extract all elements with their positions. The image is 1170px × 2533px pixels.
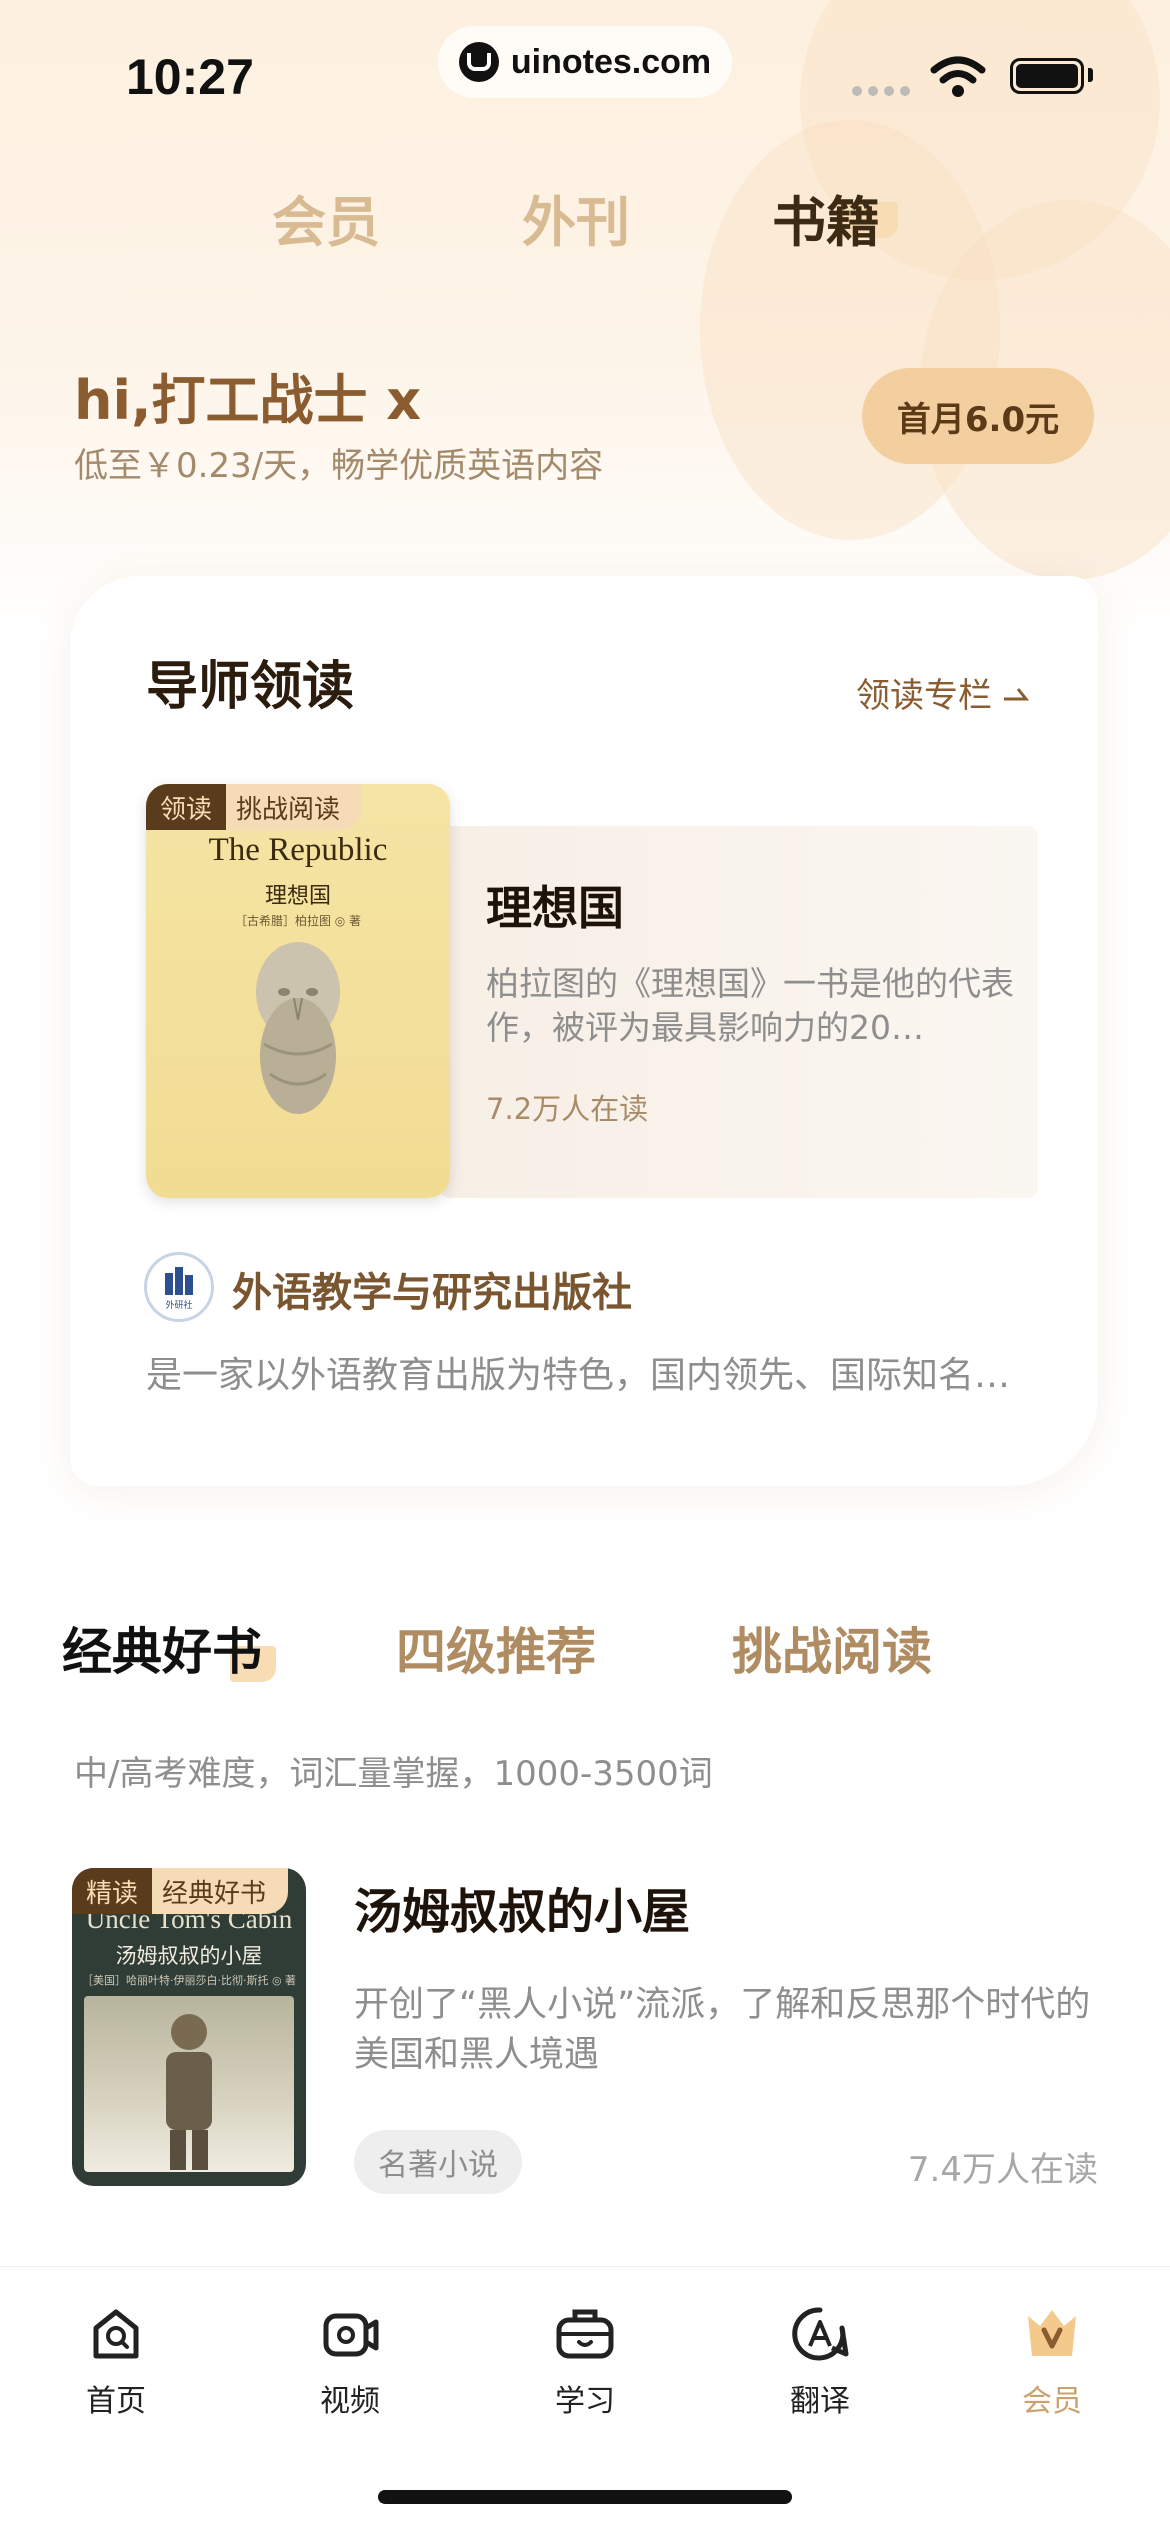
- site-logo-icon: [458, 42, 499, 82]
- cover-illustration: [84, 1996, 294, 2172]
- featured-book-tags: 领读 挑战阅读: [146, 784, 363, 830]
- nav-vip[interactable]: 会员: [982, 2298, 1122, 2420]
- nav-home-label: 首页: [86, 2384, 146, 2419]
- nav-translate[interactable]: 翻译: [750, 2298, 890, 2420]
- publisher-logo-icon: 外研社: [144, 1252, 214, 1322]
- tab-books[interactable]: 书籍: [772, 178, 880, 257]
- first-month-price-button[interactable]: 首月6.0元: [862, 368, 1094, 464]
- tag-guided-reading: 领读: [146, 784, 227, 830]
- tab-cet4-recommended[interactable]: 四级推荐: [396, 1612, 596, 1684]
- home-icon: [93, 2309, 139, 2359]
- svg-text:外研社: 外研社: [165, 1299, 192, 1311]
- publisher-name[interactable]: 外语教学与研究出版社: [232, 1260, 632, 1318]
- battery-tip: [1088, 68, 1093, 82]
- category-description: 中/高考难度，词汇量掌握，1000-3500词: [74, 1754, 713, 1794]
- reading-column-link[interactable]: 领读专栏: [856, 668, 1030, 717]
- nav-study[interactable]: 学习: [515, 2298, 655, 2420]
- nav-translate-label: 翻译: [790, 2384, 850, 2419]
- book-readers: 7.4万人在读: [907, 2150, 1098, 2190]
- nav-vip-label: 会员: [1022, 2384, 1082, 2419]
- wifi-icon: [930, 56, 986, 97]
- tag-challenge-reading: 挑战阅读: [226, 784, 363, 830]
- publisher-description: 是一家以外语教育出版为特色，国内领先、国际知名…: [146, 1355, 1011, 1396]
- battery-icon: [1010, 58, 1084, 94]
- arrow-icon: [1004, 687, 1030, 700]
- translate-icon: [792, 2307, 849, 2361]
- featured-book-title[interactable]: 理想国: [486, 872, 624, 938]
- signal-dots-icon: [852, 86, 910, 96]
- book-title[interactable]: 汤姆叔叔的小屋: [354, 1872, 690, 1942]
- genre-chip[interactable]: 名著小说: [354, 2130, 522, 2194]
- plato-bust-illustration: [256, 942, 340, 1114]
- cover-author: ［古希腊］柏拉图 ◎ 著: [234, 914, 362, 928]
- tab-membership[interactable]: 会员: [272, 178, 380, 257]
- tag-classic-books: 经典好书: [152, 1868, 289, 1914]
- home-indicator[interactable]: [378, 2490, 792, 2504]
- nav-home[interactable]: 首页: [46, 2298, 186, 2420]
- featured-book-readers: 7.2万人在读: [486, 1092, 649, 1126]
- book-description: 开创了“黑人小说”流派，了解和反思那个时代的美国和黑人境遇: [354, 1985, 1091, 2075]
- video-icon: [323, 2313, 379, 2357]
- nav-video-label: 视频: [320, 2384, 380, 2419]
- card-title: 导师领读: [146, 657, 355, 717]
- featured-book-description: 柏拉图的《理想国》一书是他的代表作，被评为最具影响力的20…: [486, 964, 1014, 1047]
- book-tags: 精读 经典好书: [72, 1868, 289, 1914]
- study-bag-icon: [556, 2309, 614, 2359]
- book-cover-uncle-toms-cabin[interactable]: Uncle Tom's Cabin 汤姆叔叔的小屋 ［美国］哈丽叶特·伊丽莎白·…: [72, 1868, 306, 2186]
- greeting-subtitle: 低至￥0.23/天，畅学优质英语内容: [74, 446, 604, 486]
- tab-challenge-reading[interactable]: 挑战阅读: [732, 1612, 932, 1684]
- tab-magazines[interactable]: 外刊: [522, 178, 630, 257]
- status-time: 10:27: [126, 49, 254, 105]
- nav-video[interactable]: 视频: [280, 2298, 420, 2420]
- url-pill[interactable]: uinotes.com: [438, 26, 732, 98]
- nav-study-label: 学习: [555, 2384, 615, 2419]
- url-text: uinotes.com: [510, 42, 712, 81]
- tab-classic-books[interactable]: 经典好书: [62, 1612, 262, 1684]
- greeting-title: hi,打工战士 x: [74, 369, 422, 432]
- featured-book-cover[interactable]: The Republic 理想国 ［古希腊］柏拉图 ◎ 著: [146, 784, 450, 1198]
- cover-author: ［美国］哈丽叶特·伊丽莎白·比彻·斯托 ◎ 著: [81, 1974, 297, 1987]
- cover-title-en: The Republic: [208, 832, 388, 868]
- cover-title-cn: 理想国: [264, 884, 331, 909]
- tag-intensive-reading: 精读: [72, 1868, 153, 1914]
- reading-column-link-label: 领读专栏: [856, 676, 992, 716]
- cover-title-cn: 汤姆叔叔的小屋: [115, 1944, 263, 1968]
- vip-crown-icon: [1028, 2310, 1076, 2356]
